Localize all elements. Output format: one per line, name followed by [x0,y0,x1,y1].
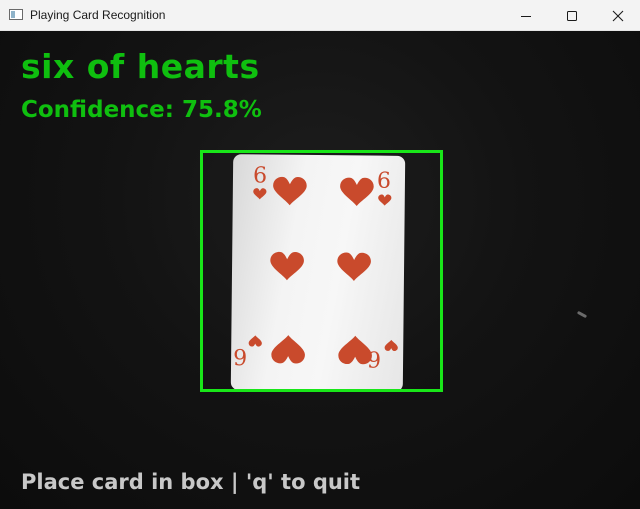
minimize-button[interactable] [503,0,549,31]
detection-box [200,150,443,392]
maximize-icon [567,10,577,21]
app-window-icon [9,9,23,20]
app-window: Playing Card Recognition 6 6 6 6 six of … [0,0,640,509]
close-button[interactable] [595,0,640,31]
close-icon [612,10,624,21]
title-bar[interactable]: Playing Card Recognition [0,0,640,31]
confidence-readout: Confidence: 75.8% [21,97,262,123]
instruction-text: Place card in box | 'q' to quit [21,470,361,494]
maximize-button[interactable] [549,0,595,31]
camera-feed: 6 6 6 6 six of hearts Confidence: 75.8% … [0,31,640,509]
minimize-icon [521,15,531,17]
card-label: six of hearts [21,47,260,86]
window-title: Playing Card Recognition [30,8,166,22]
background-speck [576,310,588,319]
